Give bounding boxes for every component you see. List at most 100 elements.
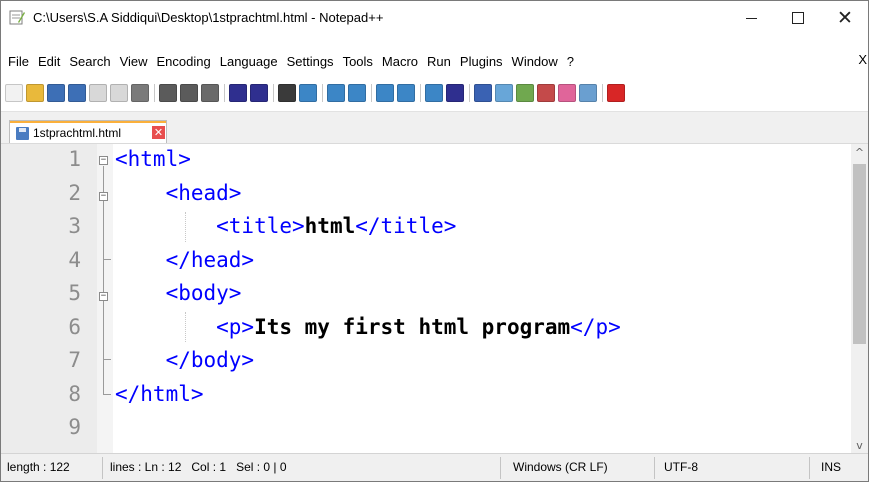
menu-run[interactable]: Run [427, 54, 451, 69]
menu-window[interactable]: Window [512, 54, 558, 69]
tab-label: 1stprachtml.html [33, 126, 122, 140]
zoom-out-icon[interactable] [348, 84, 366, 102]
menu-language[interactable]: Language [220, 54, 278, 69]
zoom-in-icon[interactable] [327, 84, 345, 102]
toolbar-separator [273, 84, 274, 102]
close-all-icon[interactable] [110, 84, 128, 102]
line-number: 2 [68, 180, 81, 205]
menu-view[interactable]: View [120, 54, 148, 69]
redo-icon[interactable] [250, 84, 268, 102]
minimize-icon [745, 17, 757, 19]
word-wrap-icon[interactable] [425, 84, 443, 102]
html-tag-token: </p> [570, 314, 621, 339]
code-line[interactable]: </html> [115, 382, 204, 406]
active-tab-indicator [10, 121, 166, 123]
line-number: 5 [68, 281, 81, 305]
folder-workspace-icon[interactable] [558, 84, 576, 102]
function-list-icon[interactable] [537, 84, 555, 102]
status-divider [809, 457, 810, 479]
saved-file-icon [16, 127, 29, 140]
text-token: Its my first html program [254, 314, 571, 339]
doc-map-icon[interactable] [516, 84, 534, 102]
status-divider [500, 457, 501, 479]
line-number: 4 [68, 247, 81, 272]
code-line[interactable]: <title>html</title> [115, 214, 456, 238]
vertical-scrollbar[interactable]: ^ v [851, 144, 868, 454]
line-number: 7 [68, 348, 81, 372]
new-file-icon[interactable] [5, 84, 23, 102]
show-all-chars-icon[interactable] [446, 84, 464, 102]
code-line[interactable]: </head> [115, 248, 255, 272]
html-tag-token: </body> [115, 348, 255, 372]
code-line[interactable]: <body> [115, 281, 242, 305]
paste-icon[interactable] [201, 84, 219, 102]
fold-collapse-icon[interactable]: − [99, 292, 108, 301]
toolbar-separator [371, 84, 372, 102]
status-insert-mode[interactable]: INS [821, 460, 841, 474]
status-divider [654, 457, 655, 479]
close-icon[interactable] [89, 84, 107, 102]
scroll-up-icon[interactable]: ^ [851, 144, 868, 161]
html-tag-token: </html> [115, 381, 204, 406]
menu-plugins[interactable]: Plugins [460, 54, 503, 69]
fold-collapse-icon[interactable]: − [99, 192, 108, 201]
monitoring-icon[interactable] [579, 84, 597, 102]
copy-icon[interactable] [180, 84, 198, 102]
document-tab[interactable]: 1stprachtml.html ✕ [9, 120, 167, 144]
menu-settings[interactable]: Settings [287, 54, 334, 69]
code-line[interactable]: <html> [115, 147, 191, 171]
minimize-button[interactable] [728, 1, 774, 35]
undo-icon[interactable] [229, 84, 247, 102]
code-line[interactable]: <head> [115, 180, 242, 205]
status-bar: length : 122 lines : Ln : 12 Col : 1 Sel… [1, 453, 868, 481]
close-window-button[interactable]: ✕ [822, 1, 868, 35]
save-all-icon[interactable] [68, 84, 86, 102]
fold-end-mark [103, 359, 111, 360]
menu-encoding[interactable]: Encoding [157, 54, 211, 69]
close-icon: ✕ [837, 6, 853, 29]
html-tag-token: <head> [115, 180, 242, 205]
menu-file[interactable]: File [8, 54, 29, 69]
menu-bar: File Edit Search View Encoding Language Settin… [1, 49, 868, 73]
indent-guide-icon[interactable] [474, 84, 492, 102]
sync-vertical-icon[interactable] [376, 84, 394, 102]
fold-end-mark [103, 259, 111, 260]
toolbar-separator [602, 84, 603, 102]
print-icon[interactable] [131, 84, 149, 102]
toolbar-separator [322, 84, 323, 102]
sync-horizontal-icon[interactable] [397, 84, 415, 102]
line-number: 8 [68, 381, 81, 406]
fold-end-mark [103, 394, 111, 395]
open-file-icon[interactable] [26, 84, 44, 102]
scroll-down-icon[interactable]: v [851, 437, 868, 454]
find-icon[interactable] [278, 84, 296, 102]
user-language-icon[interactable] [495, 84, 513, 102]
save-icon[interactable] [47, 84, 65, 102]
fold-collapse-icon[interactable]: − [99, 156, 108, 165]
html-tag-token: <body> [115, 281, 242, 305]
cut-icon[interactable] [159, 84, 177, 102]
menu-edit[interactable]: Edit [38, 54, 60, 69]
code-editor[interactable]: − − − ^ v 1 2 3 4 5 6 7 8 9 <html> <head> <title>… [1, 143, 868, 454]
record-macro-icon[interactable] [607, 84, 625, 102]
maximize-button[interactable] [775, 1, 821, 35]
html-tag-token: <html> [115, 147, 191, 171]
menu-search[interactable]: Search [69, 54, 110, 69]
toolbar-separator [420, 84, 421, 102]
toolbar-separator [154, 84, 155, 102]
code-line[interactable]: </body> [115, 348, 255, 372]
tab-close-icon[interactable]: ✕ [152, 126, 165, 139]
replace-icon[interactable] [299, 84, 317, 102]
status-encoding[interactable]: UTF-8 [664, 460, 698, 474]
code-line[interactable]: <p>Its my first html program</p> [115, 315, 621, 339]
line-number: 3 [68, 214, 81, 238]
status-position: lines : Ln : 12 Col : 1 Sel : 0 | 0 [110, 460, 287, 474]
menu-tools[interactable]: Tools [343, 54, 373, 69]
status-eol[interactable]: Windows (CR LF) [513, 460, 608, 474]
close-document-button[interactable]: X [858, 52, 867, 67]
menu-macro[interactable]: Macro [382, 54, 418, 69]
scroll-thumb[interactable] [853, 164, 866, 344]
title-bar[interactable]: C:\Users\S.A Siddiqui\Desktop\1stprachtm… [1, 1, 868, 35]
menu-help[interactable]: ? [567, 54, 574, 69]
line-number: 6 [68, 314, 81, 339]
